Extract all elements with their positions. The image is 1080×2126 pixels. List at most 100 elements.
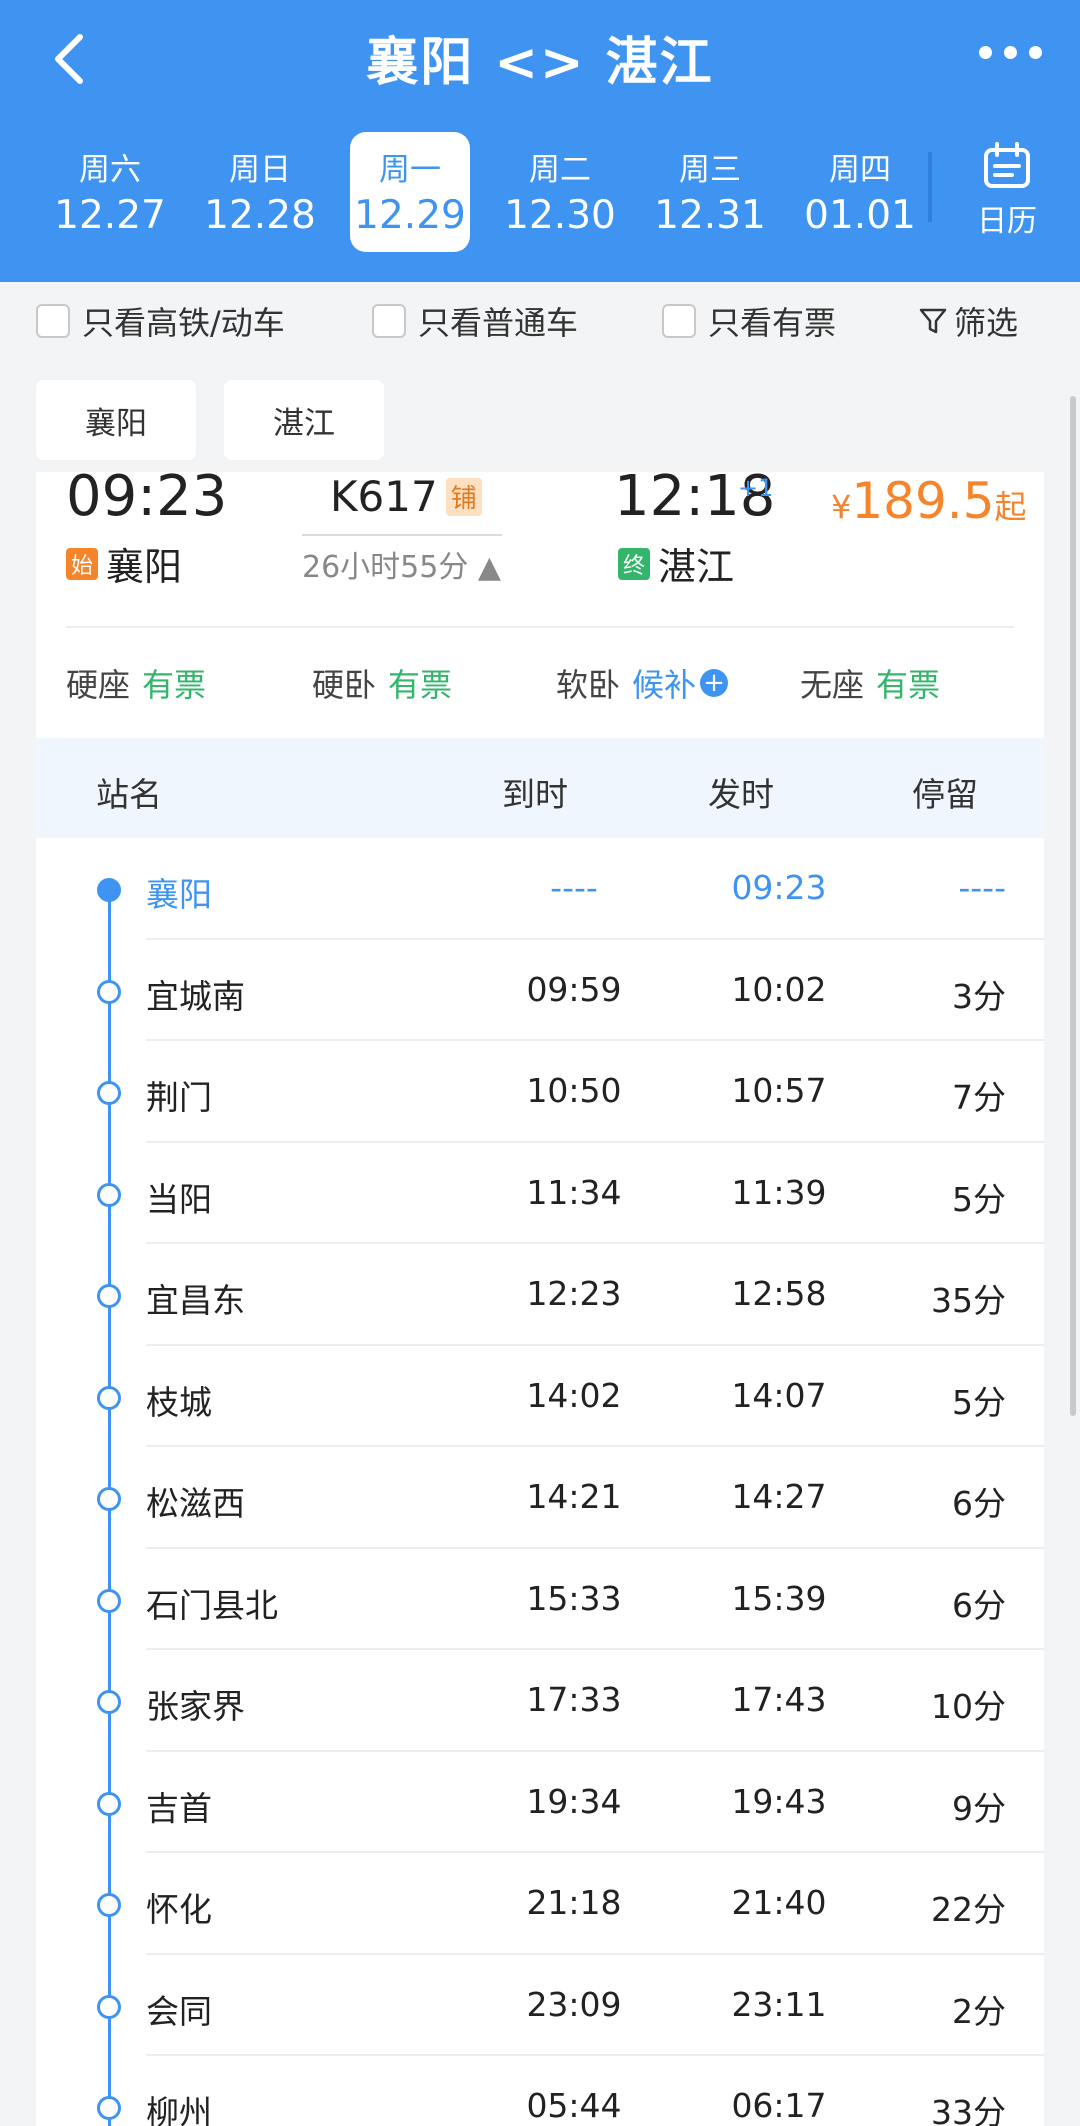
- table-row: 松滋西 14:21 14:27 6分: [36, 1447, 1044, 1549]
- stop-stay: 35分: [931, 1281, 1006, 1320]
- stop-stay: 6分: [952, 1585, 1006, 1625]
- more-dot-icon: [979, 46, 992, 59]
- stop-stay: 10分: [931, 1687, 1006, 1726]
- date-tab[interactable]: 周二 12.30: [500, 132, 620, 252]
- table-row: 张家界 17:33 17:43 10分: [36, 1650, 1044, 1752]
- date-tab[interactable]: 周四 01.01: [800, 132, 920, 252]
- train-number[interactable]: K617 铺: [330, 472, 482, 521]
- stop-station: 枝城: [146, 1382, 212, 1422]
- date-tab[interactable]: 周六 12.27: [50, 132, 170, 252]
- stop-dot-icon: [97, 1487, 121, 1511]
- stop-arrive: 09:59: [526, 969, 622, 1009]
- price-currency: ¥: [831, 488, 852, 526]
- seat-hard-sleeper[interactable]: 硬卧 有票: [312, 660, 452, 706]
- stop-depart: 17:43: [731, 1680, 827, 1719]
- stop-depart: 14:27: [731, 1477, 827, 1516]
- checkbox-box: [36, 304, 70, 338]
- seat-status: 有票: [142, 666, 207, 704]
- stop-depart: 10:57: [731, 1071, 827, 1110]
- stop-dot-icon: [97, 1690, 121, 1714]
- date-tab-date: 12.29: [354, 193, 466, 238]
- stop-stay: 5分: [952, 1382, 1006, 1422]
- date-divider: [928, 152, 932, 222]
- date-tab-weekday: 周六: [79, 152, 141, 188]
- stop-dot-icon: [97, 2096, 121, 2120]
- date-tab-selected[interactable]: 周一 12.29: [350, 132, 470, 252]
- to-station-chip[interactable]: 湛江: [224, 380, 384, 460]
- stop-dot-icon: [97, 1081, 121, 1105]
- funnel-icon: [919, 308, 947, 334]
- stop-arrive: 14:21: [526, 1477, 622, 1516]
- table-row: 宜城南 09:59 10:02 3分: [36, 940, 1044, 1041]
- stop-station: 宜城南: [146, 976, 245, 1016]
- train-card: 09:23 始 襄阳 K617 铺 26小时55分 ▲ 12:18 +1 终 湛…: [36, 472, 1044, 2126]
- duration-toggle[interactable]: 26小时55分 ▲: [302, 542, 501, 586]
- header-depart: 发时: [708, 775, 774, 814]
- price-value: 189.5: [851, 472, 995, 530]
- table-row: 宜昌东 12:23 12:58 35分: [36, 1244, 1044, 1346]
- divider: [66, 626, 1014, 628]
- high-speed-only-checkbox[interactable]: 只看高铁/动车: [36, 298, 285, 344]
- add-waitlist-icon[interactable]: +: [700, 669, 729, 697]
- seat-status: 候补: [632, 666, 697, 704]
- stop-stay: 9分: [952, 1788, 1006, 1828]
- available-only-checkbox[interactable]: 只看有票: [662, 298, 836, 344]
- seat-standing[interactable]: 无座 有票: [800, 660, 940, 706]
- stop-dot-icon: [97, 979, 121, 1004]
- table-row: 吉首 19:34 19:43 9分: [36, 1752, 1044, 1853]
- date-tab-weekday: 周日: [229, 152, 291, 188]
- date-tab[interactable]: 周日 12.28: [200, 132, 320, 252]
- checkbox-box: [372, 304, 406, 338]
- seat-type: 硬座: [66, 666, 131, 704]
- stop-arrive: 21:18: [526, 1883, 622, 1922]
- stop-arrive: 11:34: [526, 1172, 622, 1212]
- stop-dot-icon: [97, 1284, 121, 1308]
- table-row: 当阳 11:34 11:39 5分: [36, 1143, 1044, 1244]
- price: ¥ 189.5 起: [831, 472, 1027, 530]
- ordinary-only-checkbox[interactable]: 只看普通车: [372, 298, 578, 344]
- stop-arrive: 12:23: [526, 1274, 622, 1313]
- filter-button[interactable]: 筛选: [918, 298, 1018, 344]
- stop-arrive: ----: [550, 868, 598, 907]
- calendar-button[interactable]: 日历: [962, 142, 1052, 240]
- date-tab-weekday: 周三: [679, 152, 741, 188]
- stop-arrive: 17:33: [526, 1680, 622, 1719]
- seat-soft-sleeper[interactable]: 软卧 候补 +: [556, 660, 729, 706]
- filter-label: 筛选: [954, 304, 1019, 342]
- scrollbar[interactable]: [1070, 396, 1076, 1416]
- from-station-chip[interactable]: 襄阳: [36, 380, 196, 460]
- price-suffix: 起: [994, 488, 1027, 526]
- date-tab-date: 12.30: [504, 193, 616, 238]
- stop-stay: 22分: [931, 1890, 1006, 1929]
- seat-hard-seat[interactable]: 硬座 有票: [66, 660, 206, 706]
- stop-dot-icon: [97, 1994, 121, 2019]
- seat-type: 硬卧: [312, 666, 377, 704]
- stop-stay: 2分: [952, 1991, 1006, 2031]
- stop-depart: 14:07: [731, 1375, 827, 1415]
- stop-depart: 15:39: [731, 1578, 827, 1618]
- table-row: 荆门 10:50 10:57 7分: [36, 1041, 1044, 1143]
- top-bar: 襄阳 <> 湛江 周六 12.27 周日 12.28 周一 12.29 周二 1…: [0, 0, 1080, 282]
- arrival-station: 终 湛江: [618, 536, 734, 591]
- more-dot-icon: [1004, 46, 1017, 59]
- stop-stay: ----: [958, 868, 1006, 907]
- day-offset: +1: [738, 474, 774, 502]
- stop-dot-icon: [97, 1182, 121, 1207]
- date-tab-date: 12.27: [54, 193, 166, 238]
- stop-arrive: 05:44: [526, 2086, 622, 2125]
- stop-stay: 3分: [952, 976, 1006, 1016]
- stop-arrive: 15:33: [526, 1578, 622, 1618]
- table-row: 枝城 14:02 14:07 5分: [36, 1346, 1044, 1447]
- date-tab[interactable]: 周三 12.31: [650, 132, 770, 252]
- checkbox-label: 只看有票: [708, 304, 837, 342]
- stop-arrive: 10:50: [526, 1071, 622, 1110]
- more-button[interactable]: [979, 46, 1042, 59]
- stops-table: 襄阳 ---- 09:23 ---- 宜城南 09:59 10:02 3分 荆门 10:50 10:…: [36, 838, 1044, 2126]
- terminal-badge: 终: [618, 547, 650, 580]
- stop-stay: 7分: [952, 1078, 1006, 1117]
- stop-depart: 23:11: [731, 1984, 827, 2024]
- stop-station: 怀化: [146, 1890, 212, 1929]
- date-tab-weekday: 周一: [379, 152, 441, 188]
- checkbox-label: 只看普通车: [418, 304, 579, 342]
- seat-type: 软卧: [556, 666, 621, 704]
